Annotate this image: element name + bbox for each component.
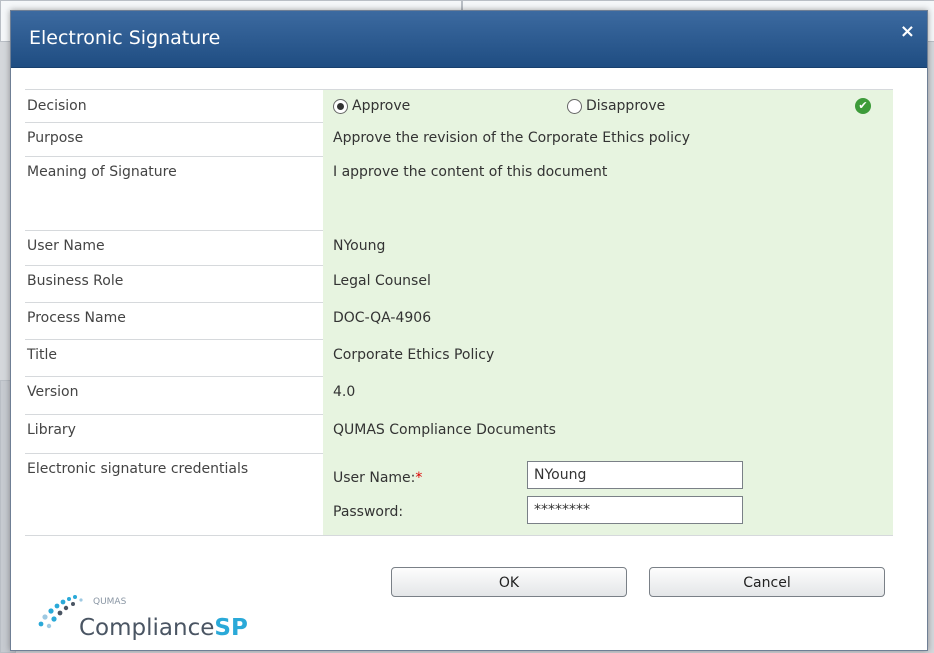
row-meaning: Meaning of Signature I approve the conte… (25, 156, 893, 231)
business-role-label: Business Role (27, 273, 124, 289)
logo-text-accent: SP (214, 615, 248, 641)
purpose-label: Purpose (27, 130, 84, 146)
library-value: QUMAS Compliance Documents (323, 414, 893, 453)
user-name-input[interactable] (527, 461, 743, 489)
cancel-button[interactable]: Cancel (649, 567, 885, 597)
library-label: Library (27, 422, 76, 438)
business-role-value: Legal Counsel (323, 265, 893, 302)
meaning-value: I approve the content of this document (323, 156, 893, 230)
ok-button[interactable]: OK (391, 567, 627, 597)
decision-label: Decision (27, 98, 87, 114)
meaning-label: Meaning of Signature (27, 164, 177, 180)
row-credentials: Electronic signature credentials User Na… (25, 453, 893, 536)
logo-small-text: QUMAS (93, 597, 127, 607)
row-process-name: Process Name DOC-QA-4906 (25, 302, 893, 340)
purpose-value: Approve the revision of the Corporate Et… (323, 122, 893, 156)
required-mark: * (415, 470, 423, 486)
process-name-label: Process Name (27, 310, 126, 326)
version-label: Version (27, 384, 79, 400)
signature-form: Decision Approve Disapprove ✔ Purpose Ap… (25, 89, 893, 546)
user-name-label: User Name (27, 238, 105, 254)
disapprove-radio-button[interactable] (567, 98, 582, 114)
approve-radio-button[interactable] (333, 98, 348, 114)
dialog-title-bar: Electronic Signature × (11, 11, 927, 68)
user-name-value: NYoung (323, 230, 893, 265)
credential-password-label: Password: (333, 504, 404, 520)
version-value: 4.0 (323, 376, 893, 414)
row-user-name: User Name NYoung (25, 230, 893, 266)
logo-text: ComplianceSP (79, 615, 248, 641)
approve-radio[interactable]: Approve (333, 98, 410, 114)
credentials-value: User Name:* Password: (323, 453, 893, 535)
disapprove-radio-label: Disapprove (586, 98, 666, 114)
row-version: Version 4.0 (25, 376, 893, 415)
row-decision: Decision Approve Disapprove ✔ (25, 90, 893, 123)
approve-radio-label: Approve (352, 98, 411, 114)
password-input[interactable] (527, 496, 743, 524)
title-label: Title (27, 347, 58, 363)
dialog-title: Electronic Signature (29, 27, 221, 49)
close-icon[interactable]: × (900, 21, 915, 42)
compliancesp-logo: QUMAS ComplianceSP (35, 579, 255, 645)
row-title: Title Corporate Ethics Policy (25, 339, 893, 377)
row-purpose: Purpose Approve the revision of the Corp… (25, 122, 893, 157)
row-library: Library QUMAS Compliance Documents (25, 414, 893, 454)
credentials-label: Electronic signature credentials (27, 461, 249, 477)
process-name-value: DOC-QA-4906 (323, 302, 893, 339)
credential-user-name-text: User Name: (333, 470, 416, 486)
row-business-role: Business Role Legal Counsel (25, 265, 893, 303)
credential-user-name-label: User Name:* (333, 470, 422, 486)
title-value: Corporate Ethics Policy (323, 339, 893, 376)
check-circle-icon: ✔ (855, 98, 871, 114)
decision-value: Approve Disapprove ✔ (323, 90, 893, 122)
disapprove-radio[interactable]: Disapprove (567, 98, 665, 114)
logo-text-main: Compliance (79, 615, 215, 641)
electronic-signature-dialog: Electronic Signature × Decision Approve … (10, 10, 928, 651)
